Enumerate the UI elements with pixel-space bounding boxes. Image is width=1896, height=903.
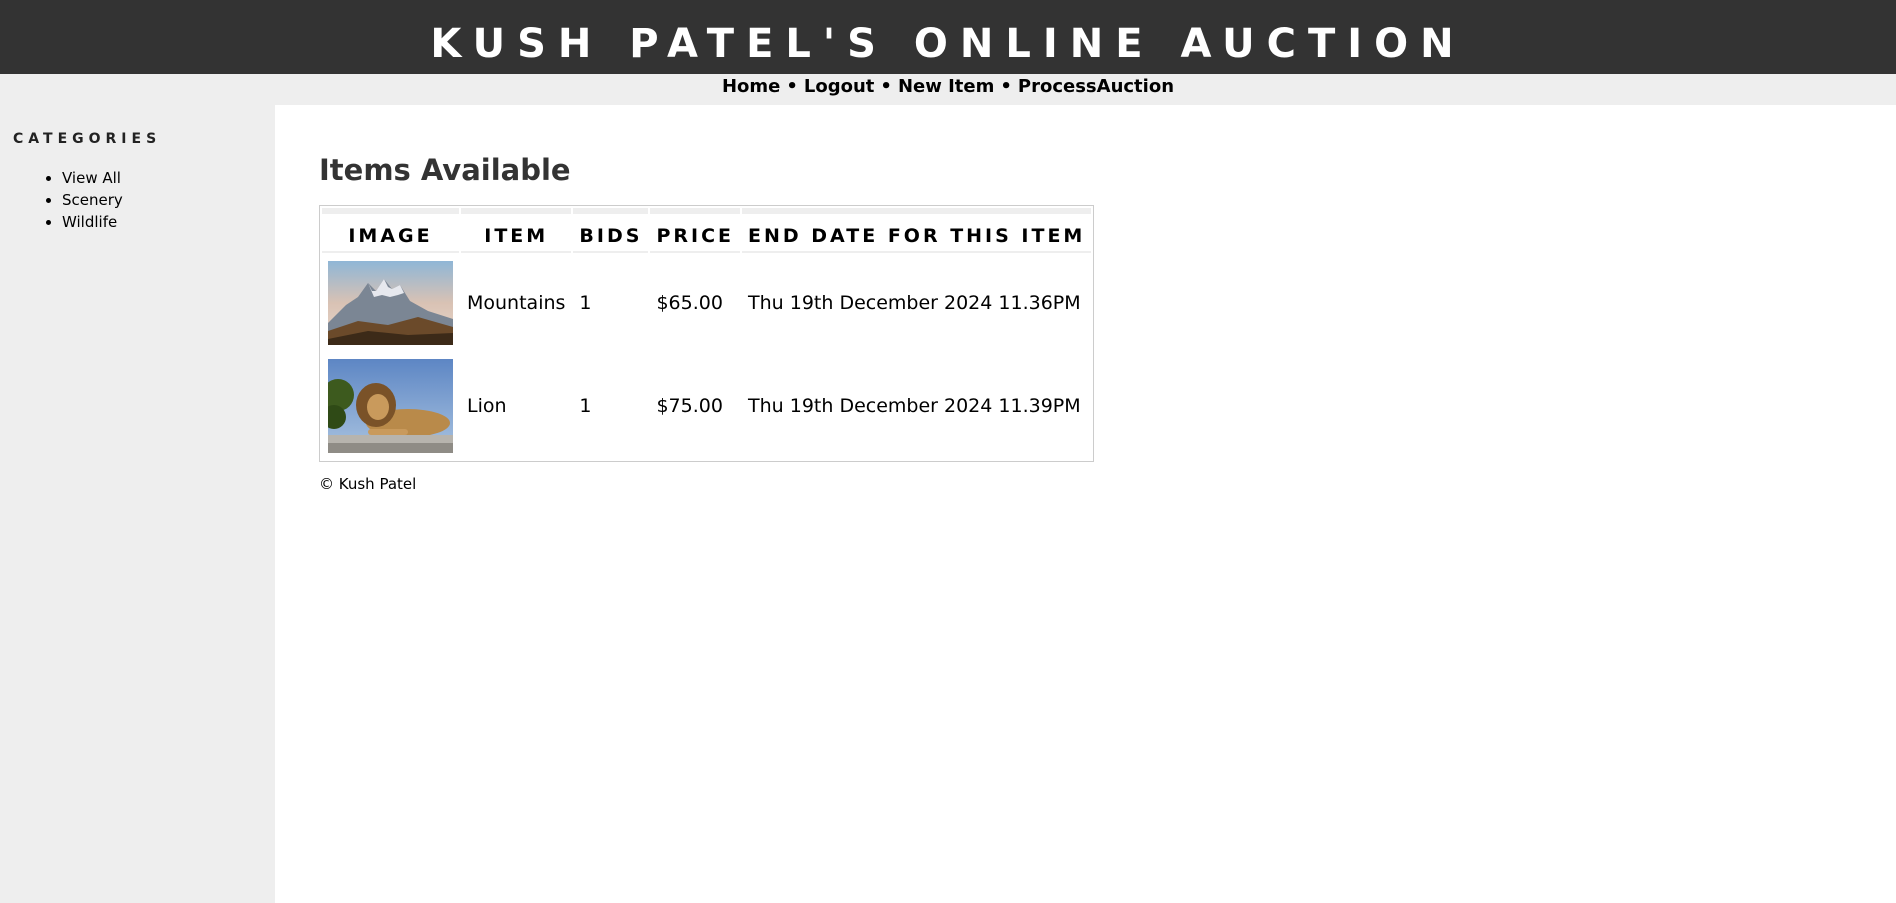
category-item: Wildlife	[62, 211, 123, 233]
item-name-cell: Mountains	[461, 255, 571, 351]
price-cell: $65.00	[656, 292, 723, 314]
bids-cell: 1	[579, 395, 592, 417]
price-cell: $75.00	[656, 395, 723, 417]
image-cell	[322, 255, 459, 351]
mountains-photo-icon	[328, 261, 453, 345]
nav-process-auction-link[interactable]: ProcessAuction	[1018, 76, 1174, 97]
table-row: Lion 1 $75.00 Thu 19th December 2024 11.…	[322, 353, 1091, 459]
column-header-bids: BIDS	[573, 208, 649, 253]
page-title: Items Available	[319, 153, 571, 187]
table-header-row: IMAGE ITEM BIDS PRICE END DATE FOR THIS …	[322, 208, 1092, 253]
lion-photo-icon	[328, 359, 453, 453]
category-view-all-link[interactable]: View All	[62, 169, 121, 187]
nav-new-item-link[interactable]: New Item	[898, 76, 994, 97]
categories-heading: CATEGORIES	[13, 131, 162, 147]
item-link[interactable]: Lion	[467, 395, 507, 417]
site-title: KUSH PATEL'S ONLINE AUCTION	[0, 0, 1896, 74]
nav-home-link[interactable]: Home	[722, 76, 780, 97]
nav-separator: •	[880, 76, 892, 97]
nav-separator: •	[1000, 76, 1012, 97]
category-wildlife-link[interactable]: Wildlife	[62, 213, 117, 231]
top-navigation: Home • Logout • New Item • ProcessAuction	[0, 74, 1896, 105]
end-date-cell: Thu 19th December 2024 11.36PM	[748, 292, 1081, 314]
image-cell	[322, 353, 459, 459]
column-header-price: PRICE	[650, 208, 740, 253]
category-scenery-link[interactable]: Scenery	[62, 191, 123, 209]
nav-logout-link[interactable]: Logout	[804, 76, 875, 97]
table-row: Mountains 1 $65.00 Thu 19th December 202…	[322, 255, 1091, 351]
category-item: View All	[62, 167, 123, 189]
sidebar: CATEGORIES View All Scenery Wildlife	[0, 105, 275, 903]
column-header-item: ITEM	[461, 208, 572, 253]
category-list: View All Scenery Wildlife	[62, 167, 123, 233]
item-link[interactable]: Mountains	[467, 292, 565, 314]
footer-copyright: © Kush Patel	[319, 475, 417, 493]
item-name-cell: Lion	[461, 353, 571, 459]
column-header-end-date: END DATE FOR THIS ITEM	[742, 208, 1092, 253]
nav-separator: •	[786, 76, 798, 97]
end-date-cell: Thu 19th December 2024 11.39PM	[748, 395, 1081, 417]
lion-thumbnail[interactable]	[328, 359, 453, 453]
mountains-thumbnail[interactable]	[328, 261, 453, 345]
items-table: IMAGE ITEM BIDS PRICE END DATE FOR THIS …	[319, 205, 1095, 462]
category-item: Scenery	[62, 189, 123, 211]
column-header-image: IMAGE	[322, 208, 459, 253]
bids-cell: 1	[579, 292, 592, 314]
